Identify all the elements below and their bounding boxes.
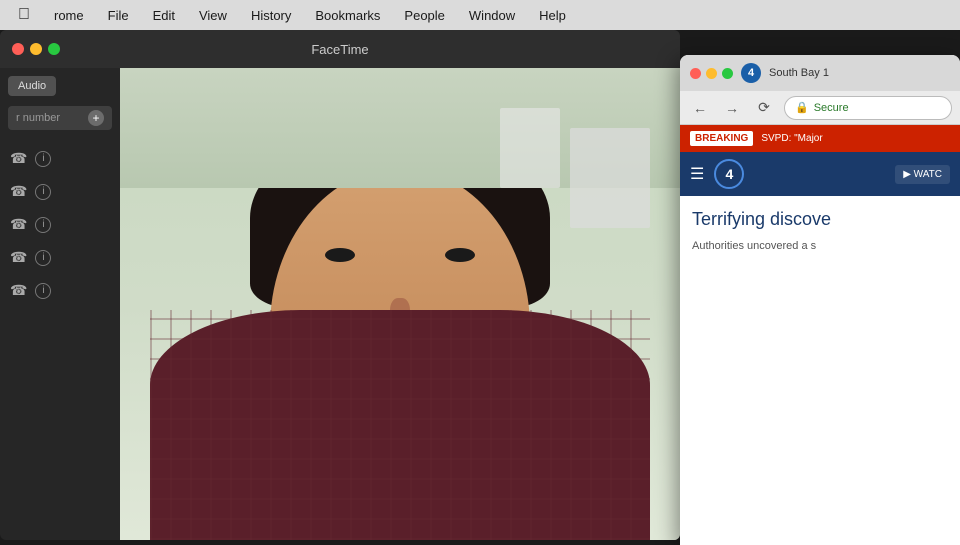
browser-back-button[interactable]: ← [688,96,712,120]
call-entry-4: ☎ i [8,243,112,272]
browser-title-bar: 4 South Bay 1 [680,55,960,91]
wall-note [500,108,560,188]
info-button-2[interactable]: i [35,184,51,200]
add-number-button[interactable]: + [88,110,104,126]
menu-window[interactable]: Window [459,6,525,25]
info-button-1[interactable]: i [35,151,51,167]
breaking-news-banner: BREAKING SVPD: "Major [680,125,960,152]
info-button-3[interactable]: i [35,217,51,233]
menu-view[interactable]: View [189,6,237,25]
phone-icon-3: ☎ [10,216,27,233]
window-traffic-lights [12,43,60,55]
menu-history[interactable]: History [241,6,301,25]
secure-text: Secure [814,102,849,114]
browser-reload-button[interactable]: ⟳ [752,96,776,120]
channel-logo: 4 [714,159,744,189]
breaking-news-text: SVPD: "Major [761,133,822,144]
news-headline: Terrifying discove [692,208,948,231]
browser-favicon: 4 [741,63,761,83]
browser-minimize-button[interactable] [706,68,717,79]
wall-poster [570,128,650,228]
phone-icon-4: ☎ [10,249,27,266]
menu-bookmarks[interactable]: Bookmarks [305,6,390,25]
menu-help[interactable]: Help [529,6,576,25]
number-placeholder: r number [16,112,60,124]
browser-close-button[interactable] [690,68,701,79]
plaid-pattern [150,310,650,540]
window-minimize-button[interactable] [30,43,42,55]
menu-people[interactable]: People [394,6,454,25]
browser-traffic-lights [690,68,733,79]
menu-bar:  rome File Edit View History Bookmarks … [0,0,960,30]
menu-file[interactable]: File [98,6,139,25]
news-subtext: Authorities uncovered a s [692,239,948,254]
apple-menu[interactable]:  [8,4,40,26]
facetime-titlebar: FaceTime [0,30,680,68]
call-entry-5: ☎ i [8,276,112,305]
browser-toolbar: ← → ⟳ 🔒 Secure [680,91,960,125]
news-content: Terrifying discove Authorities uncovered… [680,196,960,267]
facetime-sidebar: Audio r number + ☎ i ☎ i ☎ i ☎ i ☎ i [0,68,120,540]
browser-maximize-button[interactable] [722,68,733,79]
window-close-button[interactable] [12,43,24,55]
news-channel-bar: ☰ 4 ▶ WATC [680,152,960,196]
call-entry-1: ☎ i [8,144,112,173]
browser-address-bar[interactable]: 🔒 Secure [784,96,952,120]
info-button-5[interactable]: i [35,283,51,299]
facetime-title: FaceTime [311,42,368,57]
call-entry-3: ☎ i [8,210,112,239]
phone-icon-1: ☎ [10,150,27,167]
person-video-feed [120,68,680,540]
call-entry-2: ☎ i [8,177,112,206]
facetime-video [120,68,680,540]
right-eye [445,248,475,262]
shirt [150,310,650,540]
info-button-4[interactable]: i [35,250,51,266]
audio-button[interactable]: Audio [8,76,56,96]
phone-icon-5: ☎ [10,282,27,299]
breaking-label: BREAKING [690,131,753,146]
window-maximize-button[interactable] [48,43,60,55]
watch-button[interactable]: ▶ WATC [895,165,950,184]
browser-forward-button[interactable]: → [720,96,744,120]
phone-icon-2: ☎ [10,183,27,200]
secure-icon: 🔒 [795,101,809,114]
menu-chrome[interactable]: rome [44,6,94,25]
browser-window: 4 South Bay 1 ← → ⟳ 🔒 Secure BREAKING SV… [680,55,960,545]
menu-edit[interactable]: Edit [143,6,185,25]
facetime-window: FaceTime Audio r number + ☎ i ☎ i ☎ i ☎ … [0,30,680,540]
left-eye [325,248,355,262]
browser-tab-title[interactable]: South Bay 1 [769,67,950,79]
hamburger-menu-icon[interactable]: ☰ [690,164,704,184]
number-input[interactable]: r number + [8,106,112,130]
